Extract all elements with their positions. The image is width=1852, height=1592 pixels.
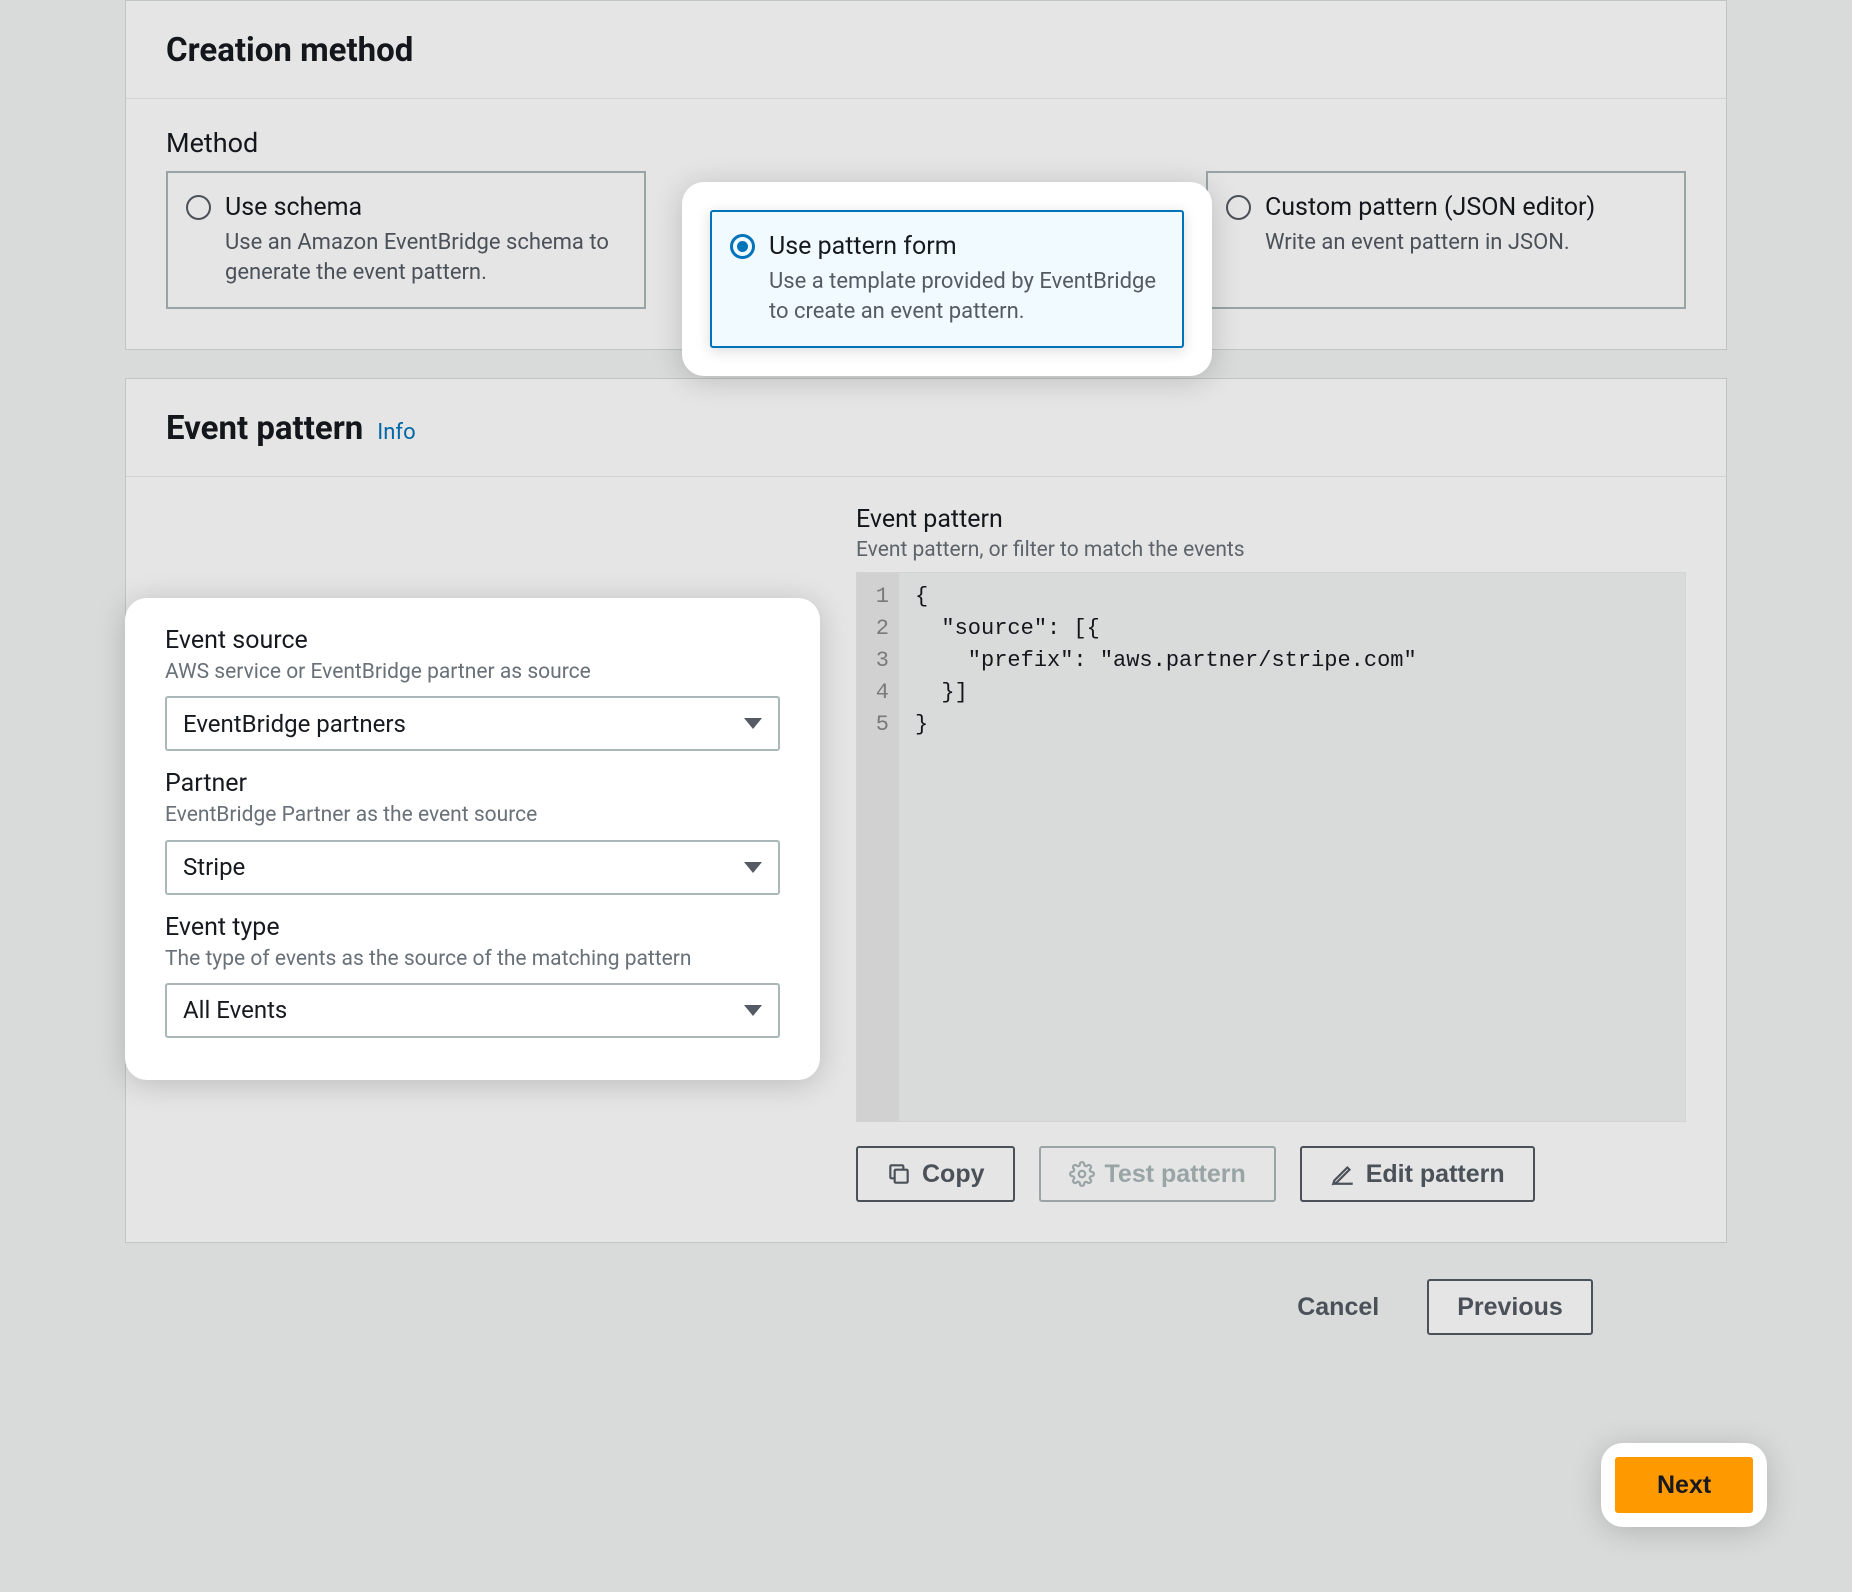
pattern-code-editor[interactable]: 1 2 3 4 5 { "source": [{ "prefix": "aws.…: [856, 572, 1686, 1122]
option-desc: Write an event pattern in JSON.: [1265, 228, 1666, 258]
test-pattern-button[interactable]: Test pattern: [1039, 1146, 1276, 1202]
event-type-dropdown[interactable]: All Events: [165, 983, 780, 1038]
radio-icon: [186, 195, 211, 220]
edit-pattern-button[interactable]: Edit pattern: [1300, 1146, 1535, 1202]
gear-icon: [1069, 1161, 1095, 1187]
wizard-actions: Cancel Previous Next: [125, 1271, 1727, 1375]
panel-header-creation: Creation method: [126, 1, 1726, 99]
cancel-button[interactable]: Cancel: [1269, 1279, 1407, 1335]
event-pattern-title: Event pattern: [166, 409, 363, 448]
chevron-down-icon: [744, 718, 762, 729]
copy-icon: [886, 1161, 912, 1187]
pattern-hint: Event pattern, or filter to match the ev…: [856, 538, 1686, 562]
chevron-down-icon: [744, 862, 762, 873]
event-type-label: Event type: [165, 913, 780, 942]
method-option-use-schema[interactable]: Use schema Use an Amazon EventBridge sch…: [166, 171, 646, 309]
partner-label: Partner: [165, 769, 780, 798]
info-link[interactable]: Info: [377, 420, 415, 445]
option-desc: Use an Amazon EventBridge schema to gene…: [225, 228, 626, 287]
highlight-event-source-form: Event source AWS service or EventBridge …: [125, 598, 820, 1080]
event-type-value: All Events: [183, 996, 287, 1024]
method-label: Method: [166, 127, 1686, 159]
option-title: Use pattern form: [769, 232, 1164, 261]
creation-method-title: Creation method: [166, 31, 1686, 70]
event-source-value: EventBridge partners: [183, 710, 406, 738]
highlight-use-pattern-form: Use pattern form Use a template provided…: [682, 182, 1212, 376]
copy-button[interactable]: Copy: [856, 1146, 1015, 1202]
pattern-label: Event pattern: [856, 505, 1686, 534]
option-title: Custom pattern (JSON editor): [1265, 193, 1666, 222]
highlight-next-button: Next: [1601, 1443, 1767, 1527]
code-content: { "source": [{ "prefix": "aws.partner/st…: [899, 573, 1433, 1121]
panel-header-event-pattern: Event pattern Info: [126, 379, 1726, 477]
pencil-icon: [1330, 1161, 1356, 1187]
event-source-dropdown[interactable]: EventBridge partners: [165, 696, 780, 751]
partner-hint: EventBridge Partner as the event source: [165, 802, 780, 829]
chevron-down-icon: [744, 1005, 762, 1016]
method-option-custom-pattern[interactable]: Custom pattern (JSON editor) Write an ev…: [1206, 171, 1686, 309]
next-button[interactable]: Next: [1615, 1457, 1753, 1513]
line-gutter: 1 2 3 4 5: [857, 573, 899, 1121]
partner-value: Stripe: [183, 853, 245, 881]
method-option-use-pattern-form[interactable]: Use pattern form Use a template provided…: [710, 210, 1184, 348]
event-source-label: Event source: [165, 626, 780, 655]
partner-dropdown[interactable]: Stripe: [165, 840, 780, 895]
option-desc: Use a template provided by EventBridge t…: [769, 267, 1164, 326]
option-title: Use schema: [225, 193, 626, 222]
radio-icon-selected: [730, 234, 755, 259]
event-source-hint: AWS service or EventBridge partner as so…: [165, 659, 780, 686]
previous-button[interactable]: Previous: [1427, 1279, 1593, 1335]
event-type-hint: The type of events as the source of the …: [165, 946, 780, 973]
radio-icon: [1226, 195, 1251, 220]
